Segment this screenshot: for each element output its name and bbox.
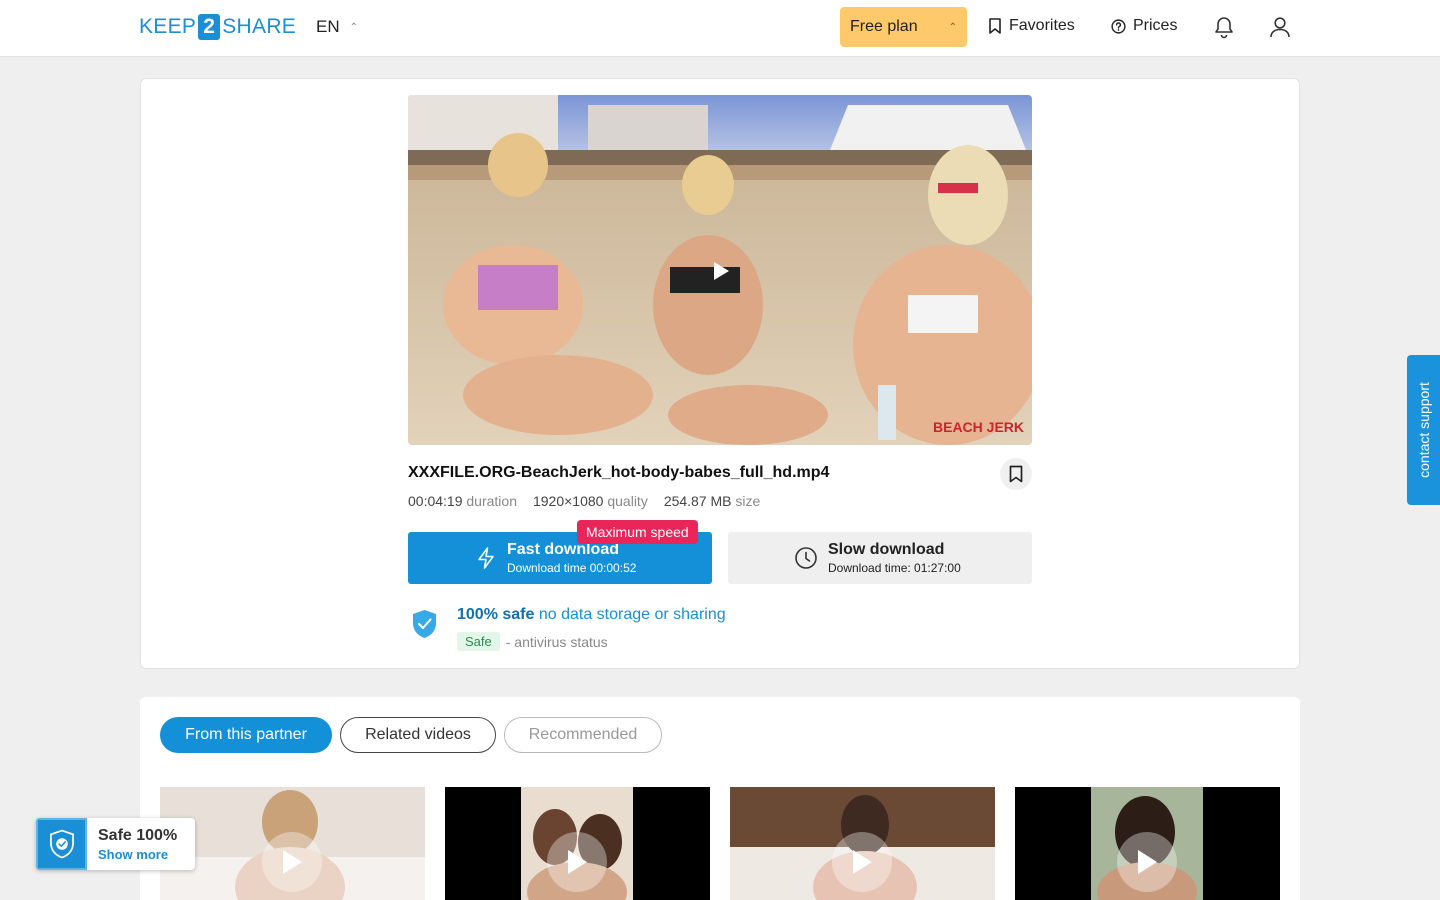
tab-from-this-partner[interactable]: From this partner [160, 717, 332, 753]
safety-text: no data storage or sharing [534, 606, 726, 623]
plan-label: Free plan [850, 18, 918, 35]
play-button[interactable] [547, 832, 607, 892]
safety-bold: 100% safe [457, 606, 535, 623]
quality-meta: 1920×1080 quality [533, 493, 648, 509]
duration-value: 00:04:19 [408, 493, 463, 509]
play-icon [283, 850, 302, 874]
play-icon [1138, 850, 1157, 874]
bell-icon [1215, 17, 1233, 39]
prices-label: Prices [1133, 17, 1178, 34]
logo-text-left: KEEP [139, 15, 197, 38]
duration-label: duration [466, 493, 517, 509]
quality-label: quality [607, 493, 648, 509]
show-more-link[interactable]: Show more [98, 847, 168, 862]
clock-icon [795, 547, 817, 569]
plan-dropdown[interactable]: Free plan ⌃ [840, 7, 967, 47]
favorites-label: Favorites [1009, 17, 1075, 34]
shield-check-icon [49, 829, 74, 859]
slow-download-button[interactable]: Slow download Download time: 01:27:00 [728, 532, 1032, 584]
antivirus-text: - antivirus status [505, 633, 608, 650]
language-selector[interactable]: EN ⌃ [316, 17, 358, 37]
safe-widget-title: Safe 100% [98, 827, 178, 844]
prices-link[interactable]: Prices [1111, 17, 1177, 35]
favorites-link[interactable]: Favorites [988, 17, 1075, 35]
play-icon[interactable] [712, 261, 730, 281]
safe-widget-badge [36, 818, 87, 870]
site-logo[interactable]: KEEP 2 SHARE [139, 14, 296, 40]
contact-support-tab[interactable]: contact support [1407, 355, 1440, 505]
video-thumbnail[interactable] [730, 787, 995, 900]
antivirus-status: Safe - antivirus status [457, 632, 608, 651]
max-speed-badge: Maximum speed [577, 520, 698, 544]
tab-recommended[interactable]: Recommended [504, 717, 662, 753]
file-name: XXXFILE.ORG-BeachJerk_hot-body-babes_ful… [408, 464, 830, 481]
bookmark-icon [989, 18, 1001, 34]
lightning-icon [478, 547, 494, 569]
tab-related-videos[interactable]: Related videos [340, 717, 496, 753]
slow-download-title: Slow download [828, 541, 945, 558]
account-button[interactable] [1269, 15, 1291, 44]
tab-label: From this partner [185, 726, 307, 743]
chevron-up-icon: ⌃ [948, 21, 957, 33]
safety-statement: 100% safe no data storage or sharing [457, 606, 726, 624]
slow-download-time: Download time: 01:27:00 [828, 561, 961, 575]
video-thumbnail[interactable] [445, 787, 710, 900]
video-thumbnail[interactable] [160, 787, 425, 900]
play-button[interactable] [832, 832, 892, 892]
notifications-button[interactable] [1213, 15, 1235, 44]
play-icon [568, 850, 587, 874]
duration-meta: 00:04:19 duration [408, 493, 517, 509]
play-button[interactable] [1117, 832, 1177, 892]
quality-value: 1920×1080 [532, 493, 604, 509]
video-watermark: BEACH JERK [933, 419, 1024, 435]
tab-label: Recommended [528, 726, 638, 743]
fast-download-time: Download time 00:00:52 [507, 561, 637, 575]
contact-support-label: contact support [1415, 382, 1432, 478]
size-label: size [735, 493, 761, 509]
logo-text-right: SHARE [222, 15, 297, 38]
play-icon [853, 850, 872, 874]
play-button[interactable] [262, 832, 322, 892]
logo-badge: 2 [198, 14, 221, 40]
shield-check-icon [413, 610, 436, 638]
video-thumbnail[interactable] [1015, 787, 1280, 900]
file-metadata: 00:04:19 duration 1920×1080 quality 254.… [408, 493, 760, 509]
tab-label: Related videos [365, 726, 471, 743]
add-to-favorites-button[interactable] [1000, 458, 1032, 490]
top-header: KEEP 2 SHARE EN ⌃ Free plan ⌃ Favorites Pr… [0, 0, 1440, 57]
antivirus-badge: Safe [457, 632, 500, 651]
safe-widget[interactable]: Safe 100% Show more [36, 818, 195, 870]
size-meta: 254.87 MB size [664, 493, 761, 509]
chevron-up-icon: ⌃ [349, 21, 359, 33]
language-label: EN [316, 17, 340, 36]
user-icon [1270, 17, 1290, 38]
bookmark-icon [1009, 465, 1023, 483]
size-value: 254.87 MB [663, 493, 732, 509]
help-circle-icon [1111, 18, 1126, 34]
